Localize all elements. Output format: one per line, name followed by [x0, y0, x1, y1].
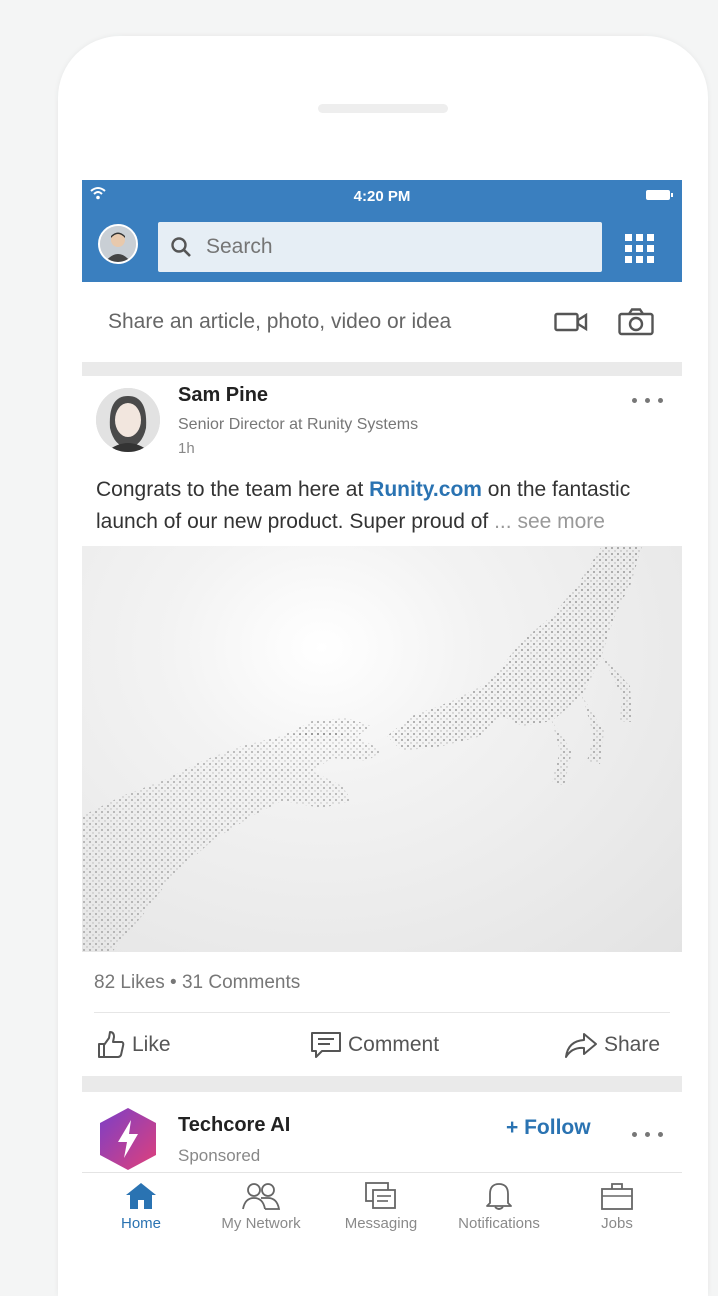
author-avatar[interactable]: [96, 388, 160, 452]
messaging-icon: [365, 1182, 396, 1209]
battery-icon: [646, 190, 673, 200]
company-logo[interactable]: [96, 1106, 160, 1172]
tab-jobs[interactable]: Jobs: [562, 1181, 672, 1232]
post-image[interactable]: [82, 546, 682, 952]
sponsored-label: Sponsored: [178, 1146, 261, 1165]
author-name[interactable]: Sam Pine: [178, 384, 268, 407]
home-icon: [126, 1183, 156, 1209]
video-icon[interactable]: [554, 312, 588, 332]
tab-my-network-label: My Network: [221, 1215, 301, 1232]
tab-notifications-label: Notifications: [458, 1215, 540, 1232]
apps-grid-icon[interactable]: [625, 234, 655, 264]
post-text-before: Congrats to the team here at: [96, 478, 370, 501]
social-counts[interactable]: 82 Likes • 31 Comments: [94, 972, 300, 994]
company-name[interactable]: Techcore AI: [178, 1114, 290, 1137]
tab-jobs-label: Jobs: [601, 1215, 633, 1232]
briefcase-icon: [601, 1183, 633, 1210]
tab-my-network[interactable]: My Network: [206, 1181, 316, 1232]
tab-home-label: Home: [120, 1215, 161, 1232]
share-composer[interactable]: Share an article, photo, video or idea: [82, 282, 682, 362]
camera-icon[interactable]: [618, 308, 654, 336]
comment-button[interactable]: Comment: [310, 1016, 439, 1074]
tab-messaging[interactable]: Messaging: [326, 1181, 436, 1232]
search-bar[interactable]: [158, 222, 602, 272]
bottom-tab-bar: Home My Network Messaging Notifications …: [82, 1172, 682, 1248]
like-label: Like: [132, 1033, 171, 1056]
tab-messaging-label: Messaging: [344, 1215, 418, 1232]
post-text: Congrats to the team here at Runity.com …: [96, 474, 678, 538]
thumbs-up-icon: [98, 1031, 125, 1058]
app-screen: 4:20 PM Share an article, photo, video: [82, 180, 682, 1248]
feed-post: Sam Pine Senior Director at Runity Syste…: [82, 376, 682, 1076]
post-link[interactable]: Runity.com: [369, 478, 482, 501]
share-label: Share: [604, 1033, 661, 1056]
network-icon: [242, 1183, 281, 1210]
search-icon: [171, 237, 191, 257]
tab-notifications[interactable]: Notifications: [444, 1181, 554, 1232]
see-more-link[interactable]: see more: [512, 510, 605, 533]
post-divider: [94, 1012, 670, 1013]
bell-icon: [486, 1183, 512, 1210]
comment-icon: [311, 1032, 341, 1058]
like-button[interactable]: Like: [96, 1016, 171, 1074]
my-profile-avatar[interactable]: [98, 224, 138, 264]
top-bar: 4:20 PM: [82, 180, 682, 282]
share-prompt: Share an article, photo, video or idea: [108, 310, 452, 333]
follow-button[interactable]: + Follow: [506, 1116, 591, 1140]
search-input[interactable]: [206, 222, 586, 272]
share-button[interactable]: Share: [564, 1016, 660, 1074]
post-actions: Like Comment Share: [82, 1016, 682, 1074]
share-arrow-icon: [565, 1033, 597, 1058]
post-time: 1h: [178, 440, 195, 457]
more-options-icon[interactable]: [630, 1130, 666, 1140]
hands-illustration: [82, 546, 642, 952]
author-headline: Senior Director at Runity Systems: [178, 416, 419, 433]
more-options-icon[interactable]: [630, 396, 666, 406]
phone-speaker: [318, 104, 448, 113]
post-ellipsis: ...: [488, 510, 512, 533]
comment-label: Comment: [348, 1033, 440, 1056]
status-time: 4:20 PM: [353, 188, 411, 205]
tab-home[interactable]: Home: [86, 1181, 196, 1232]
